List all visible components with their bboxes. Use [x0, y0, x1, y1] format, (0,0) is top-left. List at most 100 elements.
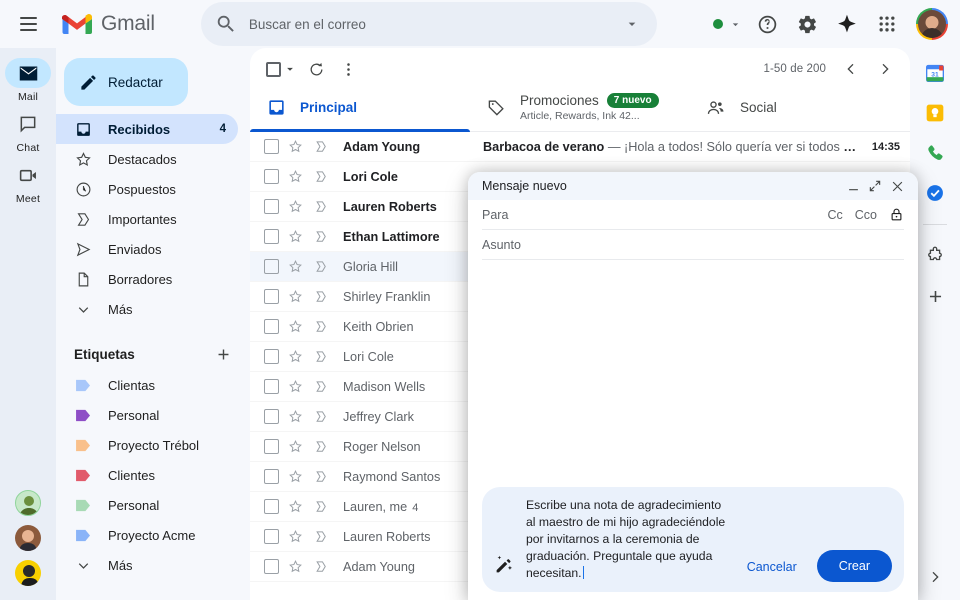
subject-field[interactable]: Asunto [482, 230, 904, 260]
important-marker-icon[interactable] [311, 469, 331, 484]
chat-avatar-1[interactable] [15, 490, 41, 516]
row-checkbox[interactable] [264, 259, 279, 274]
star-icon[interactable] [285, 289, 305, 304]
sidebar-label-item-2[interactable]: Proyecto Trébol [56, 430, 238, 460]
star-icon[interactable] [285, 499, 305, 514]
sidebar-item-importantes[interactable]: Importantes [56, 204, 238, 234]
chevron-right-icon[interactable] [922, 564, 948, 590]
important-marker-icon[interactable] [311, 439, 331, 454]
row-checkbox[interactable] [264, 199, 279, 214]
row-checkbox[interactable] [264, 469, 279, 484]
google-keep-icon[interactable] [924, 102, 946, 124]
sidebar-item-meet[interactable]: Meet [0, 160, 56, 205]
star-icon[interactable] [285, 199, 305, 214]
status-indicator[interactable] [705, 8, 746, 40]
puzzle-piece-icon[interactable] [924, 245, 946, 267]
compose-button[interactable]: Redactar [64, 58, 188, 106]
help-icon[interactable] [748, 5, 786, 43]
star-icon[interactable] [285, 229, 305, 244]
important-marker-icon[interactable] [311, 199, 331, 214]
important-marker-icon[interactable] [311, 139, 331, 154]
hamburger-menu-icon[interactable] [8, 4, 48, 44]
important-marker-icon[interactable] [311, 559, 331, 574]
sidebar-item-chat[interactable]: Chat [0, 109, 56, 154]
plus-icon[interactable] [212, 343, 234, 365]
sidebar-item-enviados[interactable]: Enviados [56, 234, 238, 264]
sidebar-label-item-4[interactable]: Personal [56, 490, 238, 520]
important-marker-icon[interactable] [311, 229, 331, 244]
apps-grid-icon[interactable] [868, 5, 906, 43]
sidebar-item-mas[interactable]: Más [56, 294, 238, 324]
lock-icon[interactable] [889, 207, 904, 222]
avatar[interactable] [916, 8, 948, 40]
sidebar-label-item-0[interactable]: Clientas [56, 370, 238, 400]
table-row[interactable]: Adam YoungBarbacoa de verano — ¡Hola a t… [250, 132, 910, 162]
gmail-brand[interactable]: Gmail [62, 12, 155, 36]
star-icon[interactable] [285, 379, 305, 394]
important-marker-icon[interactable] [311, 409, 331, 424]
chat-avatar-2[interactable] [15, 525, 41, 551]
refresh-icon[interactable] [301, 54, 331, 84]
google-tasks-icon[interactable] [924, 182, 946, 204]
row-checkbox[interactable] [264, 559, 279, 574]
star-icon[interactable] [285, 559, 305, 574]
row-checkbox[interactable] [264, 169, 279, 184]
sidebar-label-item-1[interactable]: Personal [56, 400, 238, 430]
search-input[interactable] [249, 17, 617, 32]
tab-principal[interactable]: Principal [250, 84, 470, 131]
star-icon[interactable] [285, 439, 305, 454]
row-checkbox[interactable] [264, 529, 279, 544]
google-contacts-icon[interactable] [924, 142, 946, 164]
sidebar-labels-more[interactable]: Más [56, 550, 238, 580]
star-icon[interactable] [285, 139, 305, 154]
star-icon[interactable] [285, 529, 305, 544]
important-marker-icon[interactable] [311, 319, 331, 334]
gemini-prompt-text[interactable]: Escribe una nota de agradecimiento al ma… [526, 497, 727, 582]
create-button[interactable]: Crear [817, 550, 892, 582]
important-marker-icon[interactable] [311, 169, 331, 184]
gemini-sparkle-icon[interactable] [828, 5, 866, 43]
star-icon[interactable] [285, 319, 305, 334]
plus-icon[interactable] [924, 285, 946, 307]
important-marker-icon[interactable] [311, 379, 331, 394]
gear-icon[interactable] [788, 5, 826, 43]
star-icon[interactable] [285, 469, 305, 484]
recipient-field[interactable]: Para Cc Cco [482, 200, 904, 230]
cancel-button[interactable]: Cancelar [737, 552, 807, 582]
row-checkbox[interactable] [264, 499, 279, 514]
sidebar-item-borradores[interactable]: Borradores [56, 264, 238, 294]
compose-body[interactable]: Escribe una nota de agradecimiento al ma… [468, 260, 918, 600]
row-checkbox[interactable] [264, 229, 279, 244]
chat-avatar-3[interactable] [15, 560, 41, 586]
sidebar-label-item-3[interactable]: Clientes [56, 460, 238, 490]
row-checkbox[interactable] [264, 439, 279, 454]
search-bar[interactable] [201, 2, 657, 46]
chevron-right-icon[interactable] [870, 54, 900, 84]
row-checkbox[interactable] [264, 379, 279, 394]
checkbox-icon[interactable] [266, 62, 281, 77]
sidebar-item-recibidos[interactable]: Recibidos 4 [56, 114, 238, 144]
star-icon[interactable] [285, 169, 305, 184]
star-icon[interactable] [285, 409, 305, 424]
sidebar-item-pospuestos[interactable]: Pospuestos [56, 174, 238, 204]
important-marker-icon[interactable] [311, 349, 331, 364]
compose-header[interactable]: Mensaje nuevo [468, 172, 918, 200]
select-all-control[interactable] [264, 60, 299, 79]
important-marker-icon[interactable] [311, 499, 331, 514]
row-checkbox[interactable] [264, 139, 279, 154]
close-icon[interactable] [886, 175, 908, 197]
row-checkbox[interactable] [264, 289, 279, 304]
row-checkbox[interactable] [264, 349, 279, 364]
tab-social[interactable]: Social [690, 84, 910, 131]
important-marker-icon[interactable] [311, 259, 331, 274]
tab-promociones[interactable]: Promociones 7 nuevo Article, Rewards, In… [470, 84, 690, 131]
chevron-down-icon[interactable] [283, 62, 297, 76]
star-icon[interactable] [285, 349, 305, 364]
google-calendar-icon[interactable]: 31 [924, 62, 946, 84]
chevron-left-icon[interactable] [836, 54, 866, 84]
expand-icon[interactable] [864, 175, 886, 197]
search-options-chevron-icon[interactable] [617, 9, 647, 39]
minimize-icon[interactable] [842, 175, 864, 197]
sidebar-item-mail[interactable]: Mail [0, 58, 56, 103]
row-checkbox[interactable] [264, 319, 279, 334]
